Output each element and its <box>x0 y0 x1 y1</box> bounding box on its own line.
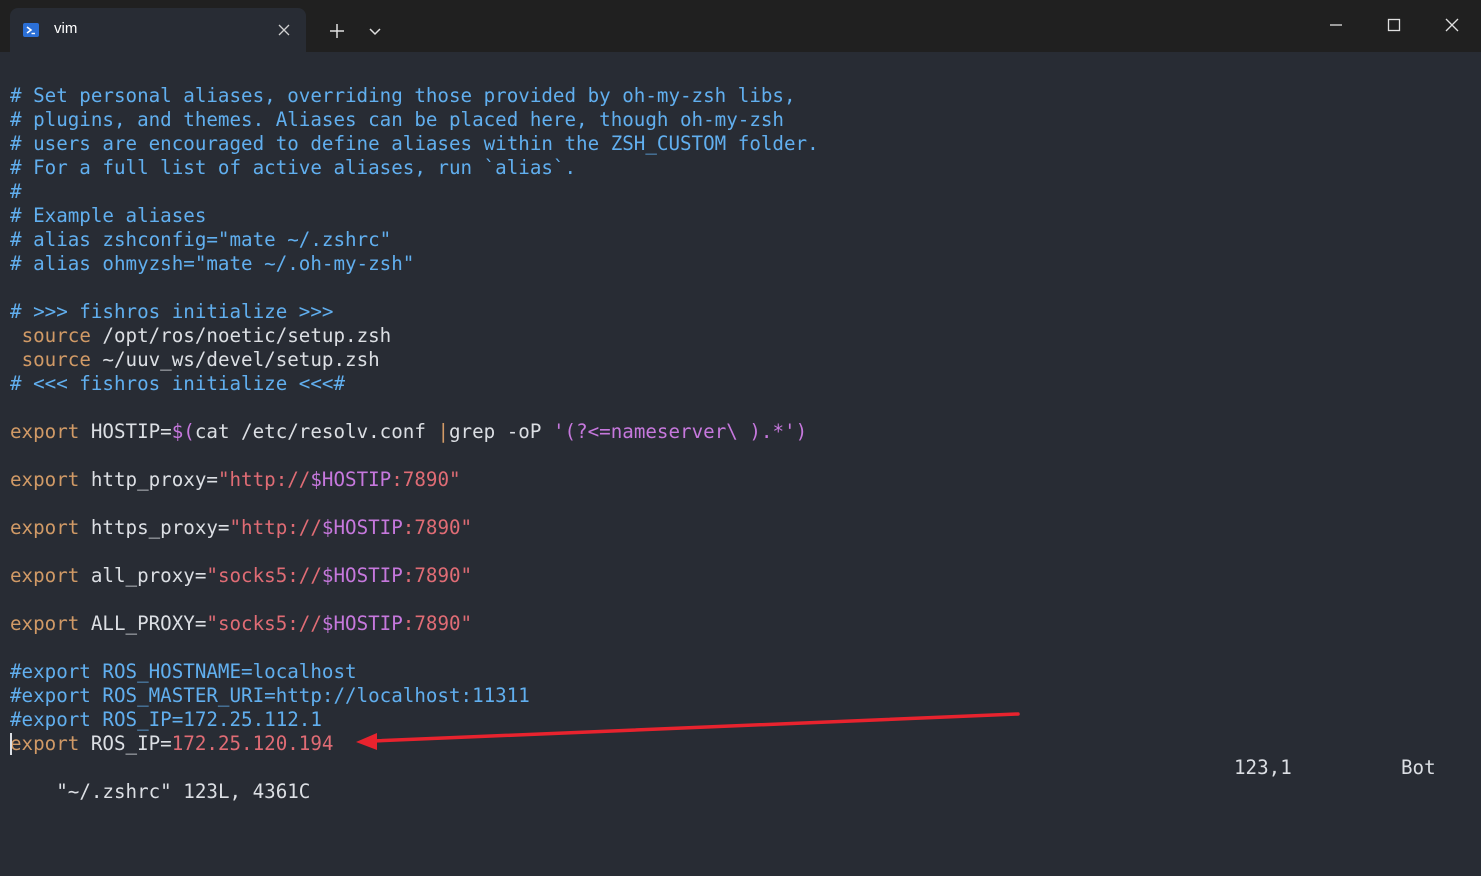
code-token: # Set personal aliases, overriding those… <box>10 84 796 107</box>
terminal-window: vim # Set personal aliases, overriding t… <box>0 0 1481 803</box>
code-line: # alias ohmyzsh="mate ~/.oh-my-zsh" <box>10 252 1470 276</box>
code-line: export HOSTIP=$(cat /etc/resolv.conf |gr… <box>10 420 1470 444</box>
code-token: :7890" <box>391 468 461 491</box>
code-token: | <box>437 420 449 443</box>
code-token: # <<< fishros initialize <<<# <box>10 372 346 395</box>
code-token: source <box>21 348 91 371</box>
code-token: 172.25.120.194 <box>171 732 334 755</box>
code-token: ~/uuv_ws/devel/setup.zsh <box>90 348 380 371</box>
code-token: # >>> fishros initialize >>> <box>10 300 334 323</box>
code-line: export http_proxy="http://$HOSTIP:7890" <box>10 468 1470 492</box>
code-token: export <box>10 420 80 443</box>
title-bar: vim <box>0 0 1481 52</box>
code-token: $( <box>171 420 195 443</box>
code-token: http_proxy= <box>79 468 218 491</box>
tab-title: vim <box>54 20 78 37</box>
code-token: $HOSTIP <box>321 516 403 539</box>
code-token: #export ROS_HOSTNAME=localhost <box>10 660 357 683</box>
status-cursor-position: 123,1 <box>1234 756 1292 779</box>
code-line: # Set personal aliases, overriding those… <box>10 84 1470 108</box>
code-token: # plugins, and themes. Aliases can be pl… <box>10 108 784 131</box>
code-token: :7890" <box>402 564 473 587</box>
code-line: export ROS_IP=172.25.120.194 <box>10 732 1470 756</box>
code-token: export <box>10 564 80 587</box>
code-token: export <box>10 468 80 491</box>
code-token: grep -oP <box>449 420 553 443</box>
text-cursor <box>10 733 12 755</box>
code-token: export <box>10 516 80 539</box>
code-line: export all_proxy="socks5://$HOSTIP:7890" <box>10 564 1470 588</box>
code-token: HOSTIP= <box>79 420 172 443</box>
code-token: #export ROS_IP=172.25.112.1 <box>10 708 322 731</box>
code-token: $HOSTIP <box>310 468 392 491</box>
code-token: # For a full list of active aliases, run… <box>10 156 577 179</box>
code-line: export https_proxy="http://$HOSTIP:7890" <box>10 516 1470 540</box>
maximize-icon[interactable] <box>1382 13 1406 37</box>
code-token: export <box>10 612 80 635</box>
terminal-icon <box>22 21 40 39</box>
code-line: export ALL_PROXY="socks5://$HOSTIP:7890" <box>10 612 1470 636</box>
code-token: "socks5:// <box>206 564 322 587</box>
code-token: $HOSTIP <box>321 564 403 587</box>
code-token: # alias zshconfig="mate ~/.zshrc" <box>10 228 392 251</box>
close-icon[interactable] <box>276 22 292 38</box>
code-token: # Example aliases <box>10 204 207 227</box>
status-scroll-position: Bot <box>1401 756 1436 779</box>
code-token: ROS_IP= <box>79 732 172 755</box>
code-token: :7890" <box>402 612 473 635</box>
code-token: all_proxy= <box>79 564 207 587</box>
code-token: #export ROS_MASTER_URI=http://localhost:… <box>10 684 530 707</box>
plus-icon[interactable] <box>326 20 348 42</box>
code-token: # users are encouraged to define aliases… <box>10 132 819 155</box>
code-line: # users are encouraged to define aliases… <box>10 132 1470 156</box>
code-token: '(?<=nameserver\ ).*' <box>552 420 796 443</box>
code-line: #export ROS_IP=172.25.112.1 <box>10 708 1470 732</box>
code-line: # <<< fishros initialize <<<# <box>10 372 1470 396</box>
code-token: "socks5:// <box>206 612 322 635</box>
code-token: "http:// <box>229 516 322 539</box>
code-token: /opt/ros/noetic/setup.zsh <box>90 324 392 347</box>
code-token: export <box>10 732 80 755</box>
code-line: # For a full list of active aliases, run… <box>10 156 1470 180</box>
code-line: #export ROS_MASTER_URI=http://localhost:… <box>10 684 1470 708</box>
code-line: source /opt/ros/noetic/setup.zsh <box>10 324 1470 348</box>
code-token: # <box>10 180 22 203</box>
code-token: source <box>21 324 91 347</box>
chevron-down-icon[interactable] <box>366 22 384 40</box>
code-line: # >>> fishros initialize >>> <box>10 300 1470 324</box>
tab-vim[interactable]: vim <box>10 8 306 52</box>
code-token: $HOSTIP <box>321 612 403 635</box>
minimize-icon[interactable] <box>1324 13 1348 37</box>
code-line: #export ROS_HOSTNAME=localhost <box>10 660 1470 684</box>
code-token: # alias ohmyzsh="mate ~/.oh-my-zsh" <box>10 252 415 275</box>
status-file-info: "~/.zshrc" 123L, 4361C <box>56 780 311 803</box>
code-line: # <box>10 180 1470 204</box>
code-token: cat /etc/resolv.conf <box>194 420 438 443</box>
code-token: "http:// <box>217 468 311 491</box>
code-line: # alias zshconfig="mate ~/.zshrc" <box>10 228 1470 252</box>
code-token: ) <box>795 420 808 443</box>
code-line: # Example aliases <box>10 204 1470 228</box>
code-token: ALL_PROXY= <box>79 612 207 635</box>
window-close-icon[interactable] <box>1440 13 1464 37</box>
code-token: :7890" <box>402 516 473 539</box>
vim-status-line: "~/.zshrc" 123L, 4361C 123,1 Bot <box>10 756 1450 803</box>
code-line: source ~/uuv_ws/devel/setup.zsh <box>10 348 1470 372</box>
vim-buffer[interactable]: # Set personal aliases, overriding those… <box>10 84 1470 755</box>
code-token: https_proxy= <box>79 516 230 539</box>
code-line: # plugins, and themes. Aliases can be pl… <box>10 108 1470 132</box>
